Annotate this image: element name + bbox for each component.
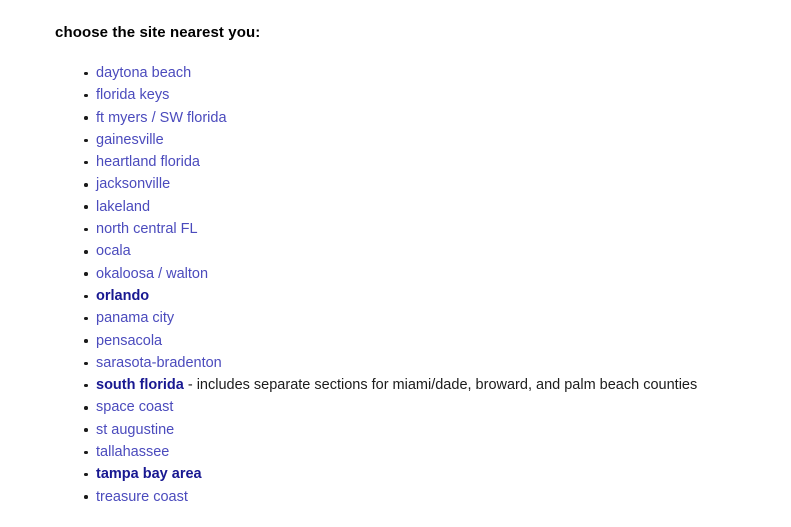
page-root: choose the site nearest you: daytona bea… — [0, 0, 791, 527]
bullet-icon — [84, 294, 88, 299]
site-link-jacksonville[interactable]: jacksonville — [96, 176, 170, 192]
bullet-icon — [84, 250, 88, 254]
list-item: space coast — [0, 396, 697, 418]
list-item: ocala — [0, 240, 697, 262]
list-item: heartland florida — [0, 151, 697, 173]
list-item: tampa bay area — [0, 463, 697, 485]
site-link-ft-myers-sw-florida[interactable]: ft myers / SW florida — [96, 110, 227, 126]
list-item: tallahassee — [0, 441, 697, 463]
bullet-icon — [84, 406, 88, 410]
site-link-orlando[interactable]: orlando — [96, 288, 149, 304]
list-item: okaloosa / walton — [0, 263, 697, 285]
site-link-lakeland[interactable]: lakeland — [96, 199, 150, 215]
list-item: daytona beach — [0, 62, 697, 84]
bullet-icon — [84, 428, 88, 432]
site-link-sarasota-bradenton[interactable]: sarasota-bradenton — [96, 355, 222, 371]
site-link-ocala[interactable]: ocala — [96, 243, 131, 259]
bullet-icon — [84, 383, 88, 388]
bullet-icon — [84, 116, 88, 120]
bullet-icon — [84, 138, 88, 143]
list-item: pensacola — [0, 330, 697, 352]
list-item: lakeland — [0, 196, 697, 218]
list-item: st augustine — [0, 419, 697, 441]
list-item: jacksonville — [0, 173, 697, 195]
list-item: orlando — [0, 285, 697, 307]
site-link-okaloosa-walton[interactable]: okaloosa / walton — [96, 266, 208, 282]
bullet-icon — [84, 339, 88, 343]
site-link-daytona-beach[interactable]: daytona beach — [96, 65, 191, 81]
site-link-north-central-fl[interactable]: north central FL — [96, 221, 198, 237]
site-description: - includes separate sections for miami/d… — [183, 377, 698, 394]
bullet-icon — [84, 93, 88, 98]
list-item: florida keys — [0, 84, 697, 106]
list-item: gainesville — [0, 129, 697, 151]
site-link-gainesville[interactable]: gainesville — [96, 132, 164, 148]
list-item: ft myers / SW florida — [0, 107, 697, 129]
site-link-heartland-florida[interactable]: heartland florida — [96, 154, 200, 170]
site-link-tampa-bay-area[interactable]: tampa bay area — [96, 466, 202, 482]
bullet-icon — [84, 450, 88, 455]
bullet-icon — [84, 71, 88, 76]
list-item: panama city — [0, 307, 697, 329]
list-item: treasure coast — [0, 486, 697, 508]
site-link-south-florida[interactable]: south florida — [96, 377, 184, 393]
list-item: sarasota-bradenton — [0, 352, 697, 374]
site-link-treasure-coast[interactable]: treasure coast — [96, 489, 188, 505]
bullet-icon — [84, 495, 88, 499]
site-link-space-coast[interactable]: space coast — [96, 399, 173, 415]
site-list: daytona beach florida keys ft myers / SW f… — [0, 62, 697, 508]
bullet-icon — [84, 361, 88, 365]
bullet-icon — [84, 316, 88, 321]
list-item: south florida - includes separate sectio… — [0, 374, 697, 396]
site-link-pensacola[interactable]: pensacola — [96, 333, 162, 349]
bullet-icon — [84, 272, 88, 276]
bullet-icon — [84, 205, 88, 209]
bullet-icon — [84, 227, 88, 232]
site-link-florida-keys[interactable]: florida keys — [96, 87, 169, 103]
site-link-panama-city[interactable]: panama city — [96, 310, 174, 326]
bullet-icon — [84, 472, 88, 477]
site-link-tallahassee[interactable]: tallahassee — [96, 444, 169, 460]
list-item: north central FL — [0, 218, 697, 240]
page-title: choose the site nearest you: — [55, 24, 261, 41]
bullet-icon — [84, 183, 88, 187]
site-link-st-augustine[interactable]: st augustine — [96, 422, 174, 438]
bullet-icon — [84, 160, 88, 165]
